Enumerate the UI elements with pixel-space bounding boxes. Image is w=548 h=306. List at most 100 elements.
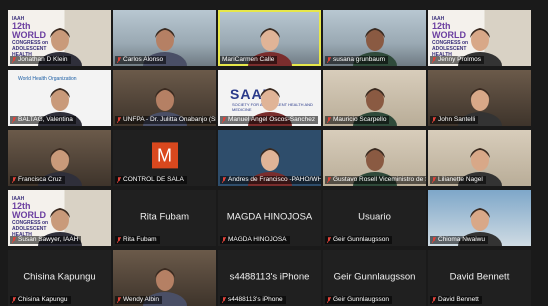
participant-name: Chioma Nwaiwu bbox=[438, 236, 485, 243]
participant-tile[interactable]: IAAH 12th WORLD CONGRESS on ADOLESCENT HEAL… bbox=[8, 190, 111, 246]
participant-name: MAGDA HINOJOSA bbox=[228, 236, 287, 243]
participant-tile[interactable]: susana grunbaum bbox=[323, 10, 426, 66]
mic-muted-icon bbox=[432, 57, 436, 63]
participant-name: Jenny Prolmos bbox=[438, 56, 481, 63]
participant-tile[interactable]: Lilianette Nagel bbox=[428, 130, 531, 186]
control-logo: M bbox=[151, 142, 178, 169]
participant-tile[interactable]: s4488113's iPhone s4488113's iPhone bbox=[218, 250, 321, 306]
participant-name-label: Chisina Kapungu bbox=[10, 296, 71, 304]
participant-name: Lilianette Nagel bbox=[438, 176, 483, 183]
participant-name-label: UNFPA - Dr. Julitta Onabanjo (Sh... bbox=[115, 116, 216, 124]
participant-name-display: Geir Gunnlaugsson bbox=[333, 271, 416, 283]
participant-name-label: CONTROL DE SALA bbox=[115, 176, 187, 184]
participant-name-label: Carlos Alonso bbox=[115, 56, 167, 64]
mic-muted-icon bbox=[12, 57, 16, 63]
participant-name: Susan Sawyer, IAAH bbox=[18, 236, 79, 243]
participant-name-label: Lilianette Nagel bbox=[430, 176, 486, 184]
participant-name: Geir Gunnlaugsson bbox=[333, 236, 390, 243]
mic-muted-icon bbox=[222, 297, 226, 303]
participant-name: Wendy Albin bbox=[123, 296, 160, 303]
mic-muted-icon bbox=[432, 117, 436, 123]
mic-muted-icon bbox=[117, 117, 121, 123]
participant-name-label: Jonathan D Klein bbox=[10, 56, 71, 64]
participant-tile[interactable]: SAAMSOCIETY FOR ADOLESCENT HEALTH AND ME… bbox=[218, 70, 321, 126]
participant-name: Geir Gunnlaugsson bbox=[333, 296, 390, 303]
participant-tile[interactable]: MariCarmen Calle bbox=[218, 10, 321, 66]
participant-tile[interactable]: Wendy Albin bbox=[113, 250, 216, 306]
participant-name-label: Geir Gunnlaugsson bbox=[325, 296, 393, 304]
participant-name: UNFPA - Dr. Julitta Onabanjo (Sh... bbox=[123, 116, 216, 123]
participant-name: Mauricio Scarpello bbox=[333, 116, 387, 123]
participant-name-label: Andres de Francisco -PAHO/WHO bbox=[220, 176, 321, 184]
participant-name-label: MAGDA HINOJOSA bbox=[220, 236, 290, 244]
participant-name-label: susana grunbaum bbox=[325, 56, 389, 64]
mic-muted-icon bbox=[327, 297, 331, 303]
participant-tile[interactable]: IAAH 12th WORLD CONGRESS on ADOLESCENT HEAL… bbox=[428, 10, 531, 66]
participant-tile[interactable]: M CONTROL DE SALA bbox=[113, 130, 216, 186]
mic-muted-icon bbox=[117, 237, 121, 243]
mic-muted-icon bbox=[327, 57, 331, 63]
mic-muted-icon bbox=[222, 177, 226, 183]
participant-name-label: Gustavo Rosell Viceministro de S... bbox=[325, 176, 426, 184]
participant-name-label: Rita Fubam bbox=[115, 236, 160, 244]
mic-muted-icon bbox=[432, 177, 436, 183]
mic-muted-icon bbox=[12, 117, 16, 123]
mic-muted-icon bbox=[432, 237, 436, 243]
video-grid: IAAH 12th WORLD CONGRESS on ADOLESCENT HEAL… bbox=[0, 0, 548, 306]
mic-muted-icon bbox=[327, 177, 331, 183]
participant-name: Andres de Francisco -PAHO/WHO bbox=[228, 176, 321, 183]
participant-tile[interactable]: David Bennett David Bennett bbox=[428, 250, 531, 306]
participant-name-label: Jenny Prolmos bbox=[430, 56, 484, 64]
participant-name: John Santelli bbox=[438, 116, 476, 123]
participant-tile[interactable]: UNFPA - Dr. Julitta Onabanjo (Sh... bbox=[113, 70, 216, 126]
participant-name: Gustavo Rosell Viceministro de S... bbox=[333, 176, 426, 183]
participant-tile[interactable]: Chisina Kapungu Chisina Kapungu bbox=[8, 250, 111, 306]
participant-tile[interactable]: Rita Fubam Rita Fubam bbox=[113, 190, 216, 246]
participant-name: BALTAG, Valentina bbox=[18, 116, 73, 123]
participant-name-label: BALTAG, Valentina bbox=[10, 116, 76, 124]
participant-name: CONTROL DE SALA bbox=[123, 176, 184, 183]
mic-muted-icon bbox=[327, 237, 331, 243]
participant-tile[interactable]: John Santelli bbox=[428, 70, 531, 126]
participant-tile[interactable]: IAAH 12th WORLD CONGRESS on ADOLESCENT HEAL… bbox=[8, 10, 111, 66]
mic-muted-icon bbox=[222, 117, 226, 123]
participant-tile[interactable]: Usuario Geir Gunnlaugsson bbox=[323, 190, 426, 246]
participant-name: s4488113's iPhone bbox=[228, 296, 283, 303]
participant-tile[interactable]: Carlos Alonso bbox=[113, 10, 216, 66]
participant-name-label: Mauricio Scarpello bbox=[325, 116, 390, 124]
participant-name: Manuel Angel Oscos-Sanchez bbox=[228, 116, 316, 123]
participant-name-label: John Santelli bbox=[430, 116, 479, 124]
participant-name-label: Francisca Cruz bbox=[10, 176, 65, 184]
mic-muted-icon bbox=[222, 237, 226, 243]
mic-muted-icon bbox=[12, 297, 16, 303]
participant-name: Jonathan D Klein bbox=[18, 56, 68, 63]
participant-name: Francisca Cruz bbox=[18, 176, 62, 183]
mic-muted-icon bbox=[12, 177, 16, 183]
participant-name-label: Wendy Albin bbox=[115, 296, 163, 304]
participant-tile[interactable]: Chioma Nwaiwu bbox=[428, 190, 531, 246]
participant-name: Carlos Alonso bbox=[123, 56, 164, 63]
participant-name-label: MariCarmen Calle bbox=[220, 56, 278, 64]
mic-muted-icon bbox=[117, 177, 121, 183]
participant-name: Chisina Kapungu bbox=[18, 296, 68, 303]
participant-tile[interactable]: World Health Organization BALTAG, Valenti… bbox=[8, 70, 111, 126]
mic-muted-icon bbox=[432, 297, 436, 303]
participant-tile[interactable]: Francisca Cruz bbox=[8, 130, 111, 186]
participant-name-display: Rita Fubam bbox=[139, 211, 190, 223]
participant-tile[interactable]: MAGDA HINOJOSA MAGDA HINOJOSA bbox=[218, 190, 321, 246]
participant-name-label: Geir Gunnlaugsson bbox=[325, 236, 393, 244]
participant-name: Rita Fubam bbox=[123, 236, 157, 243]
participant-name-label: s4488113's iPhone bbox=[220, 296, 286, 304]
participant-tile[interactable]: Andres de Francisco -PAHO/WHO bbox=[218, 130, 321, 186]
mic-muted-icon bbox=[12, 237, 16, 243]
participant-tile[interactable]: Mauricio Scarpello bbox=[323, 70, 426, 126]
participant-name-display: Usuario bbox=[358, 211, 391, 223]
participant-tile[interactable]: Gustavo Rosell Viceministro de S... bbox=[323, 130, 426, 186]
participant-name-display: MAGDA HINOJOSA bbox=[226, 211, 313, 223]
participant-name: David Bennett bbox=[438, 296, 479, 303]
participant-name-label: Manuel Angel Oscos-Sanchez bbox=[220, 116, 319, 124]
participant-name: MariCarmen Calle bbox=[222, 56, 275, 63]
participant-name-label: David Bennett bbox=[430, 296, 482, 304]
participant-tile[interactable]: Geir Gunnlaugsson Geir Gunnlaugsson bbox=[323, 250, 426, 306]
participant-name-label: Susan Sawyer, IAAH bbox=[10, 236, 82, 244]
